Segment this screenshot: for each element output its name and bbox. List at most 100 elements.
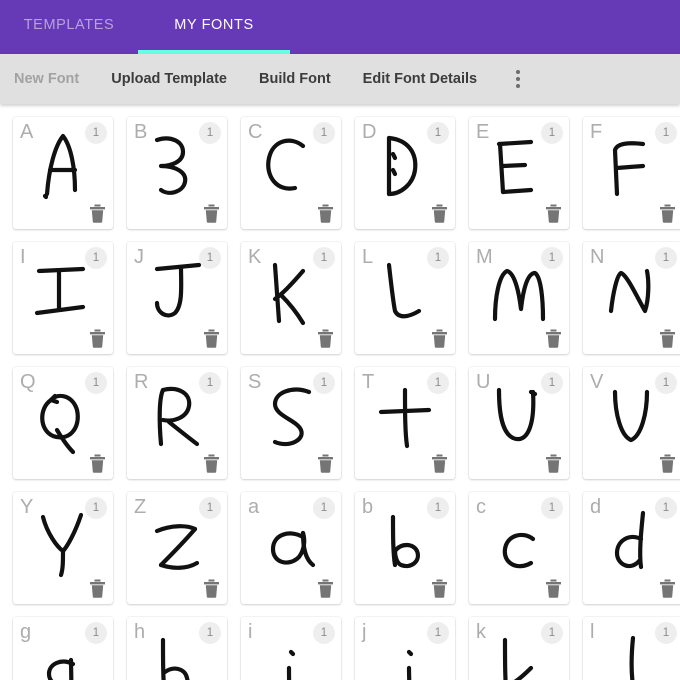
glyph-card-letter: V [590,371,604,393]
delete-glyph-trash-icon[interactable] [203,329,220,348]
glyph-card[interactable]: K1 [241,242,341,354]
delete-glyph-trash-icon[interactable] [89,579,106,598]
delete-glyph-trash-icon[interactable] [203,454,220,473]
delete-glyph-trash-icon[interactable] [317,329,334,348]
delete-glyph-trash-icon[interactable] [317,204,334,223]
glyph-card-letter: I [20,246,26,268]
glyph-card-letter: j [362,621,367,643]
glyph-card-letter: R [134,371,149,393]
glyph-card[interactable]: Z1 [127,492,227,604]
delete-glyph-trash-icon[interactable] [659,454,676,473]
glyph-card[interactable]: B1 [127,117,227,229]
tab-my-fonts[interactable]: MY FONTS [138,0,290,54]
glyph-card[interactable]: Y1 [13,492,113,604]
glyph-card[interactable]: R1 [127,367,227,479]
glyph-card[interactable]: E1 [469,117,569,229]
delete-glyph-trash-icon[interactable] [431,579,448,598]
glyph-card-count-badge: 1 [85,247,107,269]
glyph-card[interactable]: C1 [241,117,341,229]
delete-glyph-trash-icon[interactable] [431,454,448,473]
glyph-card-letter: c [476,496,486,518]
glyph-card[interactable]: T1 [355,367,455,479]
delete-glyph-trash-icon[interactable] [203,204,220,223]
glyph-card[interactable]: L1 [355,242,455,354]
upload-template-button[interactable]: Upload Template [111,71,227,87]
glyph-card-letter: k [476,621,486,643]
glyph-card-count-badge: 1 [85,622,107,644]
tab-my-fonts-label: MY FONTS [174,17,254,33]
glyph-card-count-badge: 1 [655,622,677,644]
delete-glyph-trash-icon[interactable] [89,454,106,473]
glyph-card-letter: J [134,246,144,268]
delete-glyph-trash-icon[interactable] [89,329,106,348]
glyph-card[interactable]: j1 [355,617,455,680]
glyph-card-count-badge: 1 [541,497,563,519]
delete-glyph-trash-icon[interactable] [203,579,220,598]
glyph-card[interactable]: I1 [13,242,113,354]
glyph-card[interactable]: V1 [583,367,680,479]
delete-glyph-trash-icon[interactable] [545,454,562,473]
app-root: TEMPLATES MY FONTS New Font Upload Templ… [0,0,680,680]
glyph-card[interactable]: b1 [355,492,455,604]
glyph-card[interactable]: D1 [355,117,455,229]
glyph-card-letter: b [362,496,374,518]
delete-glyph-trash-icon[interactable] [431,204,448,223]
delete-glyph-trash-icon[interactable] [659,329,676,348]
tab-templates-label: TEMPLATES [23,17,115,33]
glyph-card-count-badge: 1 [541,122,563,144]
glyph-card[interactable]: U1 [469,367,569,479]
glyph-card[interactable]: h1 [127,617,227,680]
glyph-card[interactable]: k1 [469,617,569,680]
glyph-card-letter: Q [20,371,36,393]
glyph-card[interactable]: F1 [583,117,680,229]
glyph-card-count-badge: 1 [427,247,449,269]
glyph-card[interactable]: S1 [241,367,341,479]
glyph-card[interactable]: g1 [13,617,113,680]
glyph-card[interactable]: N1 [583,242,680,354]
glyph-card-count-badge: 1 [655,247,677,269]
glyph-card[interactable]: i1 [241,617,341,680]
glyph-card-count-badge: 1 [427,622,449,644]
tab-templates[interactable]: TEMPLATES [0,0,138,54]
delete-glyph-trash-icon[interactable] [545,579,562,598]
glyph-card-letter: E [476,121,490,143]
glyph-card-count-badge: 1 [313,247,335,269]
edit-font-details-button[interactable]: Edit Font Details [363,71,477,87]
glyph-card-letter: F [590,121,603,143]
delete-glyph-trash-icon[interactable] [659,579,676,598]
more-vert-icon[interactable] [507,62,529,96]
glyph-card-count-badge: 1 [541,372,563,394]
glyph-card-letter: A [20,121,34,143]
glyph-grid-scroll-area[interactable]: A1B1C1D1E1F1I1J1K1L1M1N1Q1R1S1T1U1V1Y1Z1… [0,104,680,680]
glyph-card[interactable]: A1 [13,117,113,229]
glyph-card-count-badge: 1 [541,247,563,269]
new-font-button[interactable]: New Font [14,71,79,87]
glyph-card-letter: D [362,121,377,143]
glyph-card[interactable]: M1 [469,242,569,354]
glyph-card[interactable]: d1 [583,492,680,604]
glyph-card-letter: T [362,371,375,393]
glyph-card-count-badge: 1 [655,497,677,519]
glyph-card-count-badge: 1 [313,372,335,394]
glyph-card[interactable]: Q1 [13,367,113,479]
delete-glyph-trash-icon[interactable] [545,329,562,348]
glyph-card-count-badge: 1 [655,372,677,394]
dot [516,77,521,81]
delete-glyph-trash-icon[interactable] [431,329,448,348]
delete-glyph-trash-icon[interactable] [545,204,562,223]
glyph-card-count-badge: 1 [199,247,221,269]
delete-glyph-trash-icon[interactable] [659,204,676,223]
glyph-card-count-badge: 1 [199,372,221,394]
glyph-card-count-badge: 1 [541,622,563,644]
delete-glyph-trash-icon[interactable] [89,204,106,223]
glyph-card[interactable]: l1 [583,617,680,680]
glyph-card-letter: K [248,246,262,268]
build-font-button[interactable]: Build Font [259,71,331,87]
glyph-card[interactable]: J1 [127,242,227,354]
glyph-card[interactable]: a1 [241,492,341,604]
delete-glyph-trash-icon[interactable] [317,579,334,598]
glyph-card-count-badge: 1 [427,372,449,394]
glyph-card-count-badge: 1 [313,122,335,144]
delete-glyph-trash-icon[interactable] [317,454,334,473]
glyph-card[interactable]: c1 [469,492,569,604]
